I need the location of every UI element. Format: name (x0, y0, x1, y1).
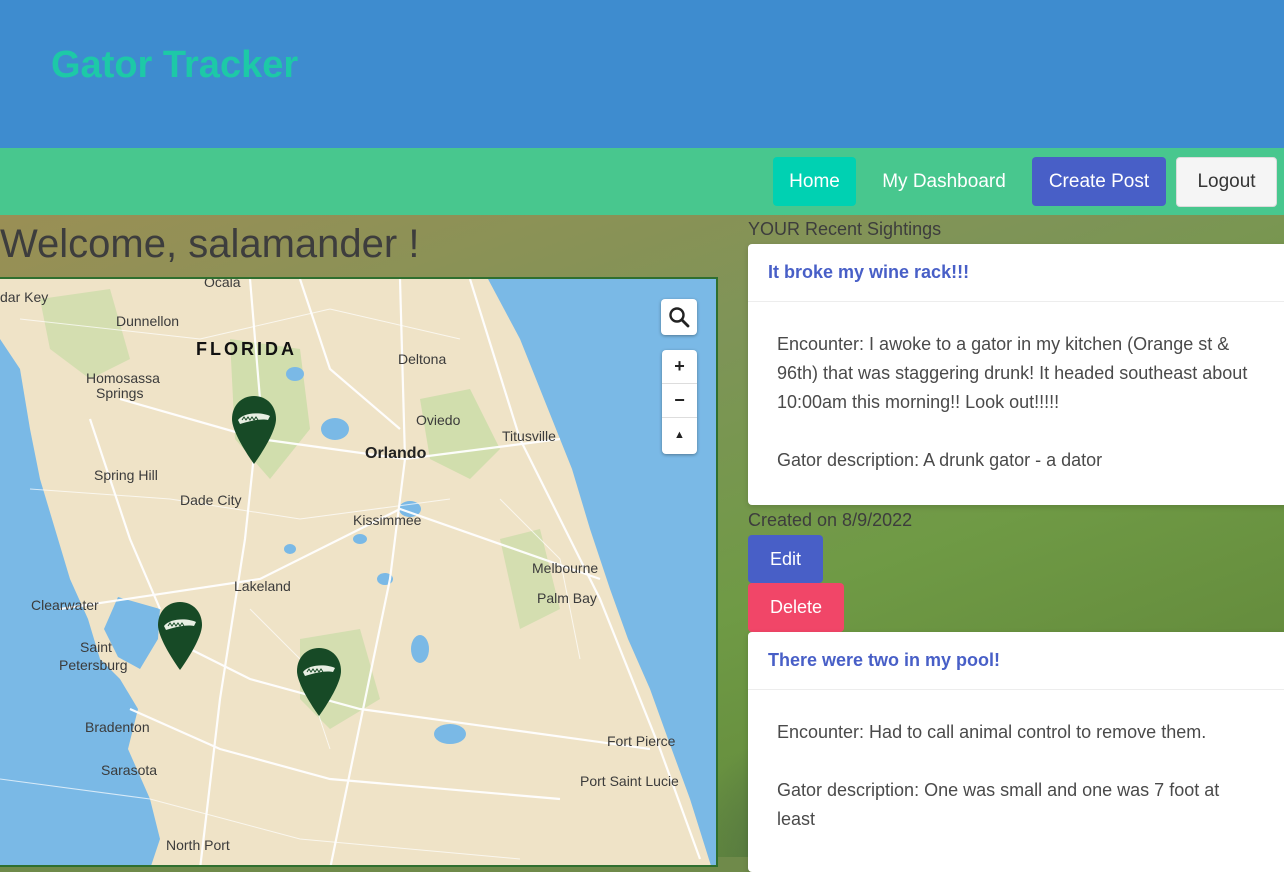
map-label: Lakeland (234, 578, 291, 594)
sightings-map[interactable]: dar Key Ocala Dunnellon FLORIDA Deltona … (0, 277, 718, 867)
zoom-in-button[interactable]: + (662, 350, 697, 384)
site-header: Gator Tracker (0, 0, 1284, 148)
map-label: Sarasota (101, 762, 158, 778)
navbar: Home My Dashboard Create Post Logout (0, 148, 1284, 215)
map-label: Ocala (204, 277, 241, 290)
brand-title[interactable]: Gator Tracker (51, 44, 298, 87)
map-label: Port Saint Lucie (580, 773, 679, 789)
map-label: Dunnellon (116, 313, 180, 329)
map-label: Palm Bay (537, 590, 597, 606)
map-label: Orlando (365, 445, 427, 462)
logout-button[interactable]: Logout (1176, 157, 1277, 207)
welcome-heading: Welcome, salamander ! (0, 222, 420, 266)
map-label: Titusville (502, 428, 556, 444)
map-label: Deltona (398, 351, 447, 367)
edit-button[interactable]: Edit (748, 535, 823, 583)
map-label: Clearwater (31, 597, 99, 613)
map-state-label: FLORIDA (196, 339, 297, 359)
zoom-out-button[interactable]: − (662, 384, 697, 418)
map-zoom-controls: + − ▲ (662, 350, 697, 454)
map-label: Bradenton (85, 719, 150, 735)
map-label: dar Key (0, 289, 49, 305)
sighting-encounter: Encounter: I awoke to a gator in my kitc… (777, 334, 1248, 412)
map-label: Saint (80, 639, 112, 655)
sighting-encounter: Encounter: Had to call animal control to… (777, 722, 1207, 742)
map-label: Fort Pierce (607, 733, 676, 749)
search-icon (669, 307, 690, 328)
map-search-button[interactable] (661, 299, 697, 335)
map-label: Kissimmee (353, 512, 422, 528)
sighting-title: It broke my wine rack!!! (748, 244, 1284, 302)
gator-pin-marker[interactable] (156, 600, 204, 672)
map-label: Dade City (180, 492, 242, 508)
gator-pin-marker[interactable] (295, 646, 343, 718)
create-post-button[interactable]: Create Post (1032, 157, 1166, 206)
map-label: Spring Hill (94, 467, 158, 483)
map-label: Melbourne (532, 560, 599, 576)
compass-reset-button[interactable]: ▲ (662, 418, 697, 452)
recent-sightings-heading: YOUR Recent Sightings (748, 219, 942, 239)
sighting-card: It broke my wine rack!!! Encounter: I aw… (748, 244, 1284, 505)
home-button[interactable]: Home (773, 157, 856, 206)
delete-button[interactable]: Delete (748, 583, 844, 632)
sighting-description: Gator description: A drunk gator - a dat… (777, 450, 1103, 470)
map-label: Oviedo (416, 412, 461, 428)
map-label: Petersburg (59, 657, 128, 673)
sighting-title: There were two in my pool! (748, 632, 1284, 690)
map-label: Springs (96, 385, 144, 401)
my-dashboard-button[interactable]: My Dashboard (868, 157, 1020, 206)
created-date: Created on 8/9/2022 (748, 510, 913, 530)
sighting-description: Gator description: One was small and one… (777, 780, 1220, 829)
map-label: Homosassa (86, 370, 160, 386)
sighting-body: Encounter: I awoke to a gator in my kitc… (748, 302, 1284, 475)
sighting-card: There were two in my pool! Encounter: Ha… (748, 632, 1284, 872)
map-label: North Port (166, 837, 230, 853)
gator-pin-marker[interactable] (230, 394, 278, 466)
sighting-body: Encounter: Had to call animal control to… (748, 690, 1284, 834)
